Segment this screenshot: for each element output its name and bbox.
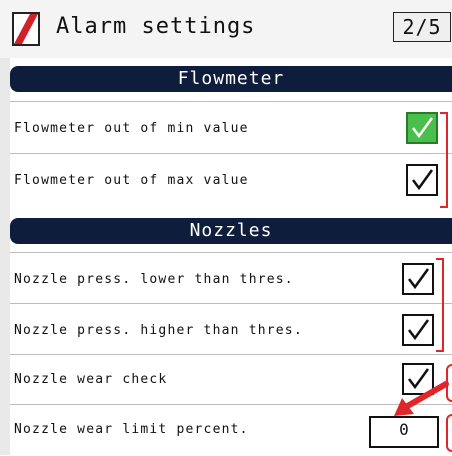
checkmark-icon — [412, 169, 434, 191]
annotation-bracket — [440, 112, 448, 208]
left-margin-strip — [0, 58, 10, 455]
checkmark-icon — [408, 268, 430, 290]
checkbox-flowmeter-min[interactable] — [406, 112, 438, 144]
checkbox-flowmeter-max[interactable] — [406, 164, 438, 196]
page-title: Alarm settings — [56, 14, 256, 39]
alarm-row-flowmeter-min[interactable]: Flowmeter out of min value — [10, 101, 452, 154]
alarm-row-flowmeter-max[interactable]: Flowmeter out of max value — [10, 153, 452, 207]
alarm-label: Nozzle wear check — [14, 372, 168, 387]
checkbox-nozzle-higher[interactable] — [402, 314, 434, 346]
page-indicator[interactable]: 2/5 — [393, 12, 451, 42]
section-header-nozzles: Nozzles — [10, 218, 452, 244]
alarm-label: Nozzle press. higher than thres. — [14, 323, 303, 338]
annotation-arrow-icon — [394, 381, 449, 416]
alarm-label: Flowmeter out of min value — [14, 121, 249, 136]
section-header-flowmeter: Flowmeter — [10, 66, 452, 92]
alarm-label: Nozzle press. lower than thres. — [14, 272, 294, 287]
alarm-label: Nozzle wear limit percent. — [14, 422, 249, 437]
annotation-bracket — [436, 258, 444, 352]
checkbox-nozzle-lower[interactable] — [402, 263, 434, 295]
alarm-row-nozzle-lower[interactable]: Nozzle press. lower than thres. — [10, 252, 452, 304]
alarm-label: Flowmeter out of max value — [14, 173, 249, 188]
checkmark-icon — [412, 117, 434, 139]
alarm-row-nozzle-higher[interactable]: Nozzle press. higher than thres. — [10, 303, 452, 355]
checkmark-icon — [408, 319, 430, 341]
brand-logo-icon — [12, 12, 40, 46]
